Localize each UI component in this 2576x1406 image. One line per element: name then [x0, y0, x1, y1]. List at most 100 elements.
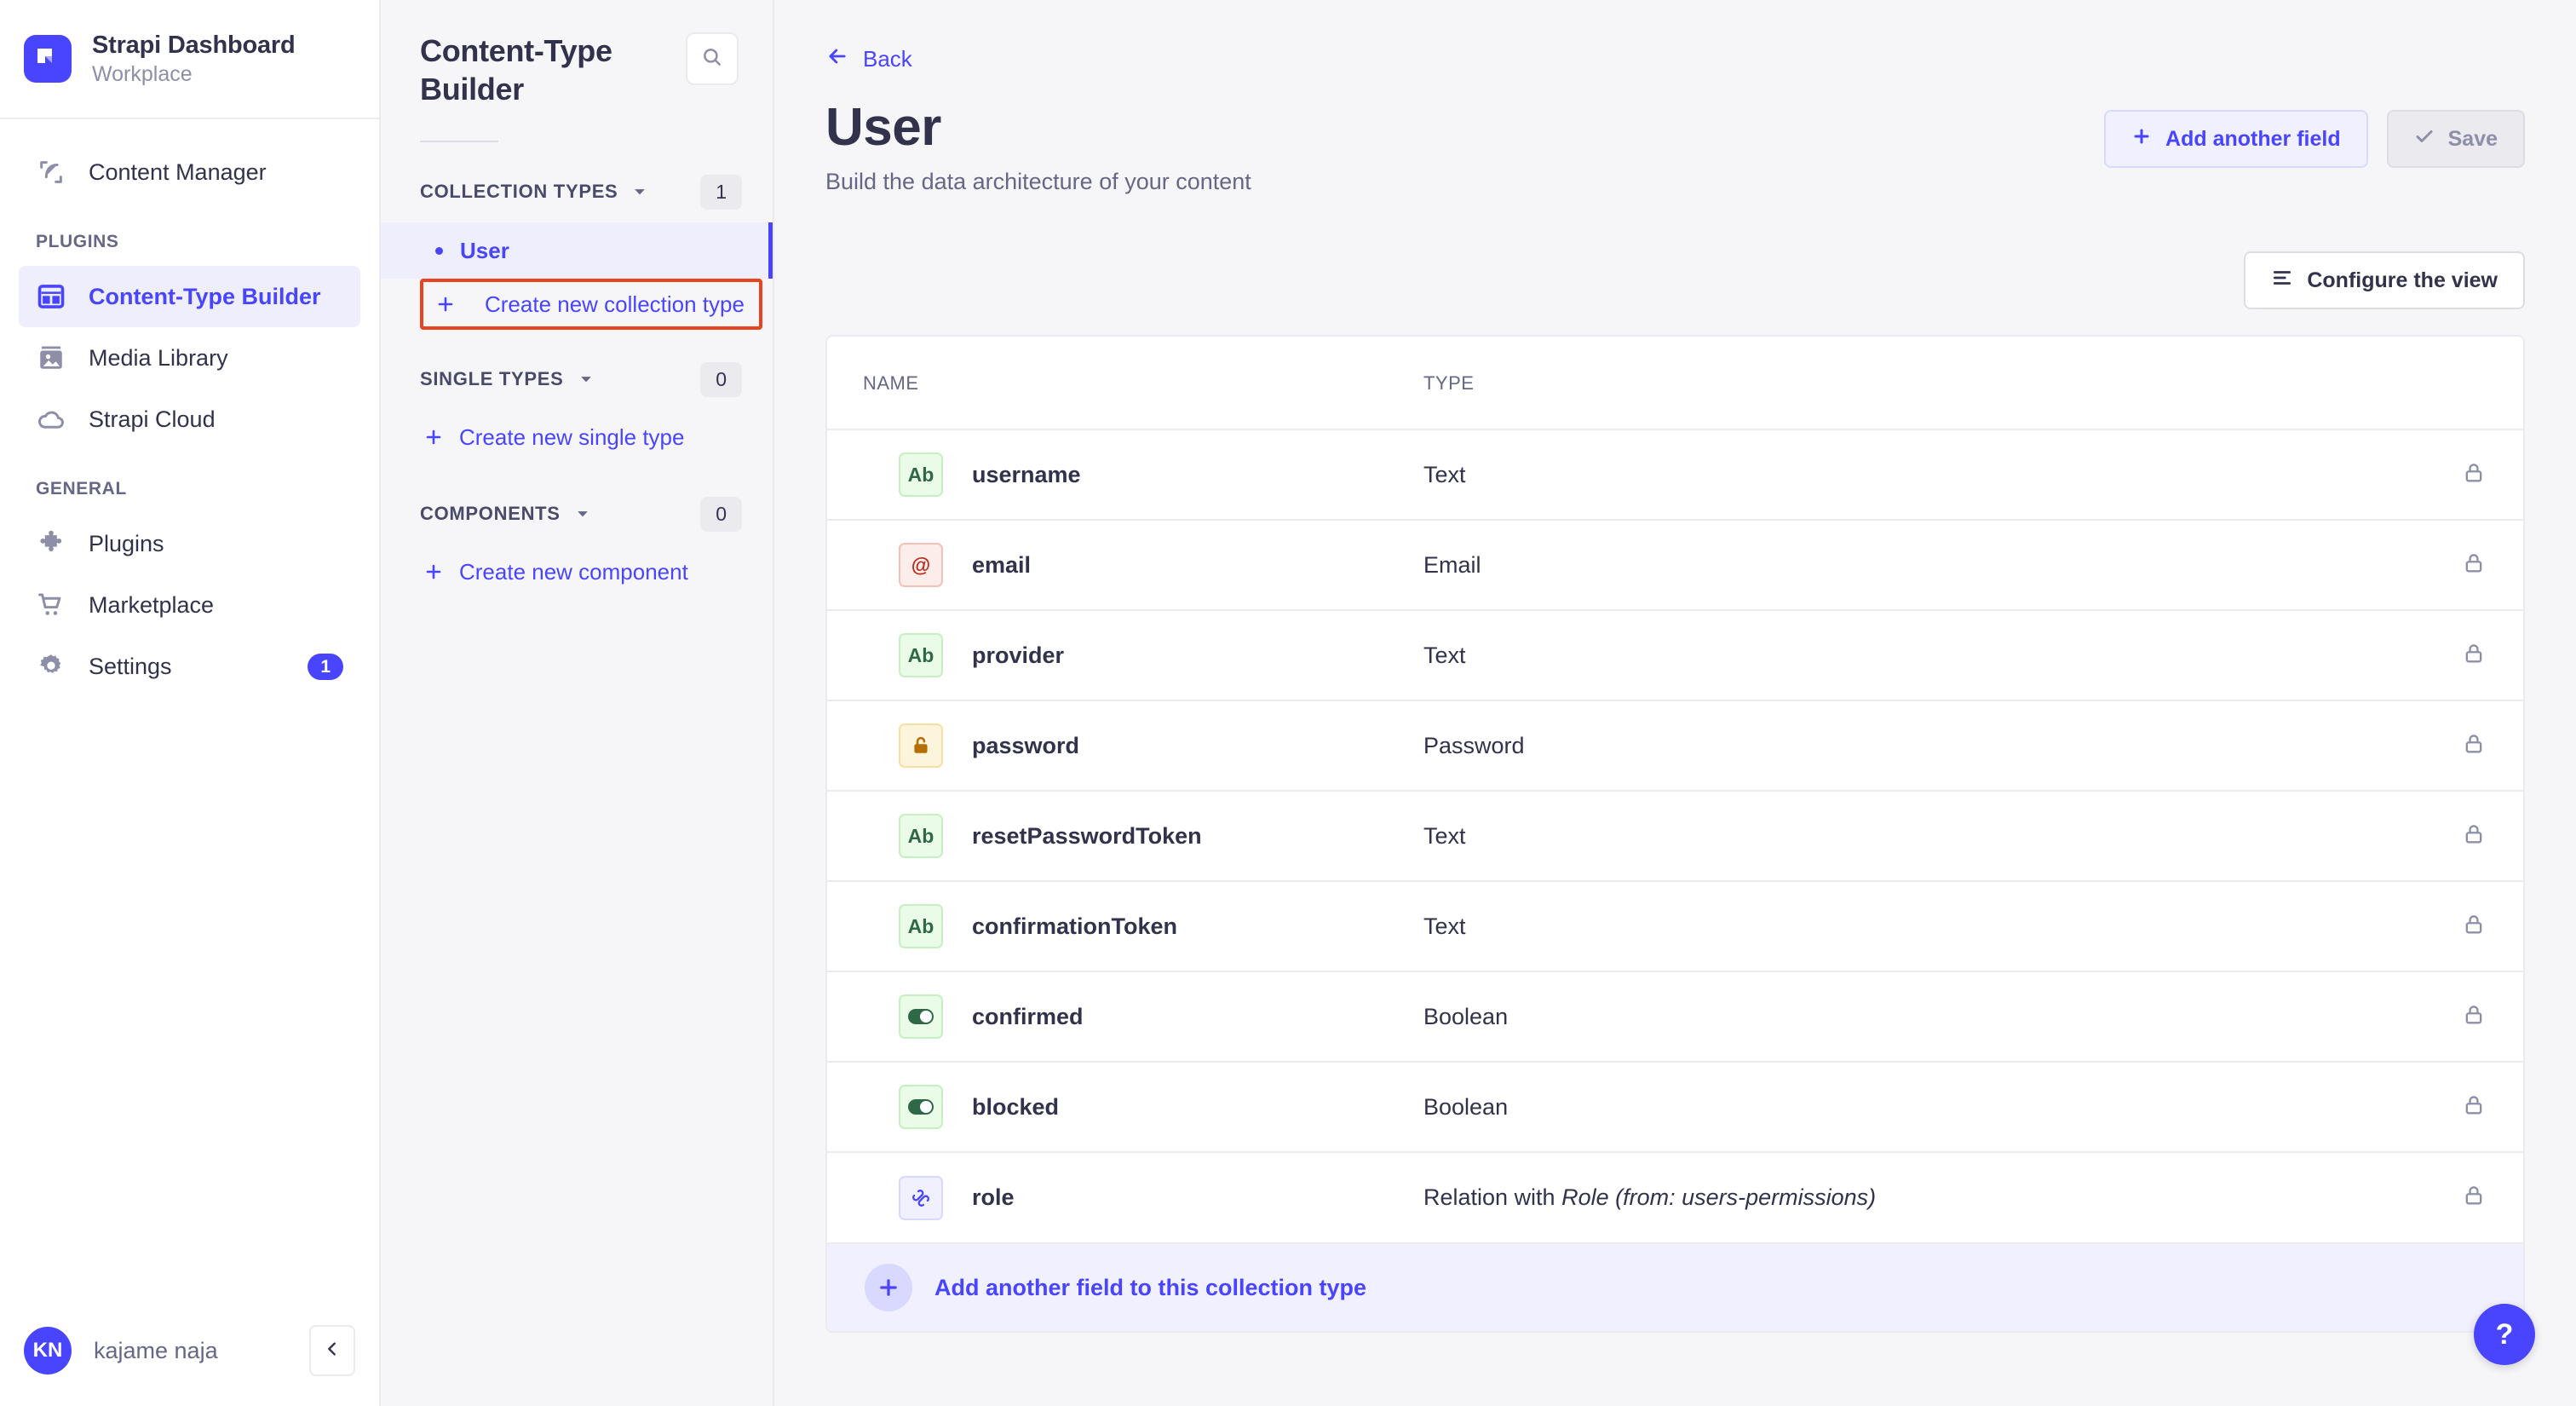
- ctb-header: Content-Type Builder: [381, 0, 773, 108]
- lock-icon: [2462, 1186, 2486, 1211]
- ctb-section-label: COMPONENTS: [420, 503, 561, 525]
- lock-icon: [2462, 1006, 2486, 1030]
- ctb-section-collection-types[interactable]: COLLECTION TYPES 1: [381, 161, 773, 222]
- plus-icon: [2131, 126, 2152, 153]
- avatar[interactable]: KN: [24, 1327, 72, 1374]
- table-row[interactable]: role Relation with Role (from: users-perm…: [827, 1151, 2523, 1243]
- chevron-down-icon: [578, 371, 595, 388]
- field-name-label: confirmed: [972, 1003, 1084, 1029]
- ctb-section-label: COLLECTION TYPES: [420, 181, 618, 203]
- configure-view-row: Configure the view: [825, 251, 2525, 310]
- sidebar-item-content-type-builder[interactable]: Content-Type Builder: [19, 266, 360, 327]
- ctb-section-count: 0: [700, 496, 742, 532]
- field-name-label: role: [972, 1184, 1015, 1211]
- ctb-title: Content-Type Builder: [420, 33, 612, 107]
- create-new-component-button[interactable]: Create new component: [381, 545, 773, 599]
- back-button[interactable]: Back: [825, 44, 912, 74]
- status-badge: 1: [308, 653, 343, 680]
- field-name-label: provider: [972, 642, 1065, 668]
- ctb-section-count: 1: [700, 174, 742, 210]
- page-header: User Build the data architecture of your…: [825, 98, 2525, 195]
- page-title: User: [825, 98, 941, 157]
- create-single-type-label: Create new single type: [459, 424, 685, 450]
- sidebar-group-general: GENERAL: [36, 479, 127, 498]
- brand-header[interactable]: Strapi Dashboard Workplace: [0, 0, 379, 119]
- cell-field-type: Text: [1423, 880, 2421, 972]
- cell-lock: [2421, 1151, 2523, 1243]
- table-row[interactable]: password Password: [827, 700, 2523, 792]
- configure-the-view-button[interactable]: Configure the view: [2244, 251, 2525, 310]
- ctb-search-button[interactable]: [686, 32, 739, 85]
- sidebar-item-plugins[interactable]: Plugins: [19, 513, 360, 574]
- add-another-field-footer-button[interactable]: Add another field to this collection typ…: [827, 1242, 2523, 1332]
- sidebar-item-strapi-cloud[interactable]: Strapi Cloud: [19, 389, 360, 450]
- fields-table-body: Ab username Text @ email Email Ab provider Text p…: [827, 429, 2523, 1243]
- sidebar-item-media-library[interactable]: Media Library: [19, 327, 360, 389]
- table-row[interactable]: confirmed Boolean: [827, 971, 2523, 1063]
- email-icon: @: [899, 543, 943, 588]
- cell-lock: [2421, 1061, 2523, 1153]
- sidebar-item-label: Content-Type Builder: [89, 283, 321, 309]
- table-row[interactable]: Ab resetPasswordToken Text: [827, 790, 2523, 882]
- lock-icon: [2462, 464, 2486, 488]
- cell-field-type: Boolean: [1423, 971, 2421, 1063]
- field-type-label: Password: [1423, 732, 1525, 758]
- sidebar-item-content-manager[interactable]: Content Manager: [19, 141, 360, 203]
- ctb-section-count: 0: [700, 361, 742, 397]
- fields-table-card: NAME TYPE Ab username Text @ email Email Ab pro…: [825, 335, 2525, 1334]
- add-field-label: Add another field: [2165, 126, 2341, 151]
- cell-field-type: Relation with Role (from: users-permissi…: [1423, 1151, 2421, 1243]
- field-name-label: email: [972, 551, 1032, 578]
- lock-icon: [2462, 825, 2486, 850]
- text-icon: Ab: [899, 452, 943, 498]
- chevron-down-icon: [574, 505, 591, 522]
- bullet-icon: [435, 246, 443, 255]
- table-row[interactable]: Ab username Text: [827, 429, 2523, 521]
- create-new-collection-type-button[interactable]: Create new collection type: [420, 279, 762, 331]
- text-icon: Ab: [899, 633, 943, 678]
- table-row[interactable]: blocked Boolean: [827, 1061, 2523, 1153]
- table-row[interactable]: Ab confirmationToken Text: [827, 880, 2523, 972]
- cell-field-name: Ab resetPasswordToken: [827, 790, 1423, 882]
- ctb-section-single-types[interactable]: SINGLE TYPES 0: [381, 349, 773, 410]
- relation-link-icon: [899, 1175, 943, 1220]
- sidebar-item-label: Marketplace: [89, 591, 215, 618]
- lock-icon: [2462, 735, 2486, 759]
- ctb-section-components[interactable]: COMPONENTS 0: [381, 483, 773, 545]
- cell-lock: [2421, 971, 2523, 1063]
- field-name-label: resetPasswordToken: [972, 822, 1202, 849]
- create-new-single-type-button[interactable]: Create new single type: [381, 410, 773, 464]
- save-label: Save: [2447, 126, 2498, 151]
- back-label: Back: [863, 46, 912, 72]
- help-button[interactable]: ?: [2474, 1304, 2535, 1365]
- cell-lock: [2421, 429, 2523, 521]
- cell-field-name: confirmed: [827, 971, 1423, 1063]
- toggle-icon: [899, 994, 943, 1040]
- field-name-label: username: [972, 461, 1081, 487]
- chevron-left-icon: [323, 1340, 342, 1363]
- sidebar-item-settings[interactable]: Settings 1: [19, 636, 360, 697]
- cell-lock: [2421, 790, 2523, 882]
- field-type-label: Boolean: [1423, 1003, 1509, 1029]
- create-component-label: Create new component: [459, 558, 688, 585]
- text-icon: Ab: [899, 814, 943, 859]
- plus-icon: [423, 562, 444, 582]
- ctb-collection-type-user[interactable]: User: [381, 222, 773, 279]
- add-another-field-button[interactable]: Add another field: [2104, 110, 2368, 168]
- header-actions: Add another field Save: [2104, 98, 2525, 168]
- cell-field-name: Ab confirmationToken: [827, 880, 1423, 972]
- lock-icon: [2462, 915, 2486, 940]
- sidebar-nav-list: Content Manager PLUGINS Content-Type Bui…: [0, 119, 379, 1295]
- sidebar-collapse-button[interactable]: [309, 1325, 355, 1376]
- sidebar-item-label: Media Library: [89, 344, 228, 371]
- sidebar-group-plugins: PLUGINS: [36, 232, 119, 251]
- table-header-row: NAME TYPE: [827, 337, 2523, 429]
- column-header-type: TYPE: [1423, 372, 1475, 395]
- sidebar-item-marketplace[interactable]: Marketplace: [19, 574, 360, 636]
- shopping-cart-icon: [36, 590, 66, 620]
- table-row[interactable]: @ email Email: [827, 519, 2523, 611]
- field-type-label: Text: [1423, 461, 1466, 487]
- sidebar-item-label: Content Manager: [89, 158, 267, 185]
- table-row[interactable]: Ab provider Text: [827, 609, 2523, 701]
- save-button[interactable]: Save: [2386, 110, 2525, 168]
